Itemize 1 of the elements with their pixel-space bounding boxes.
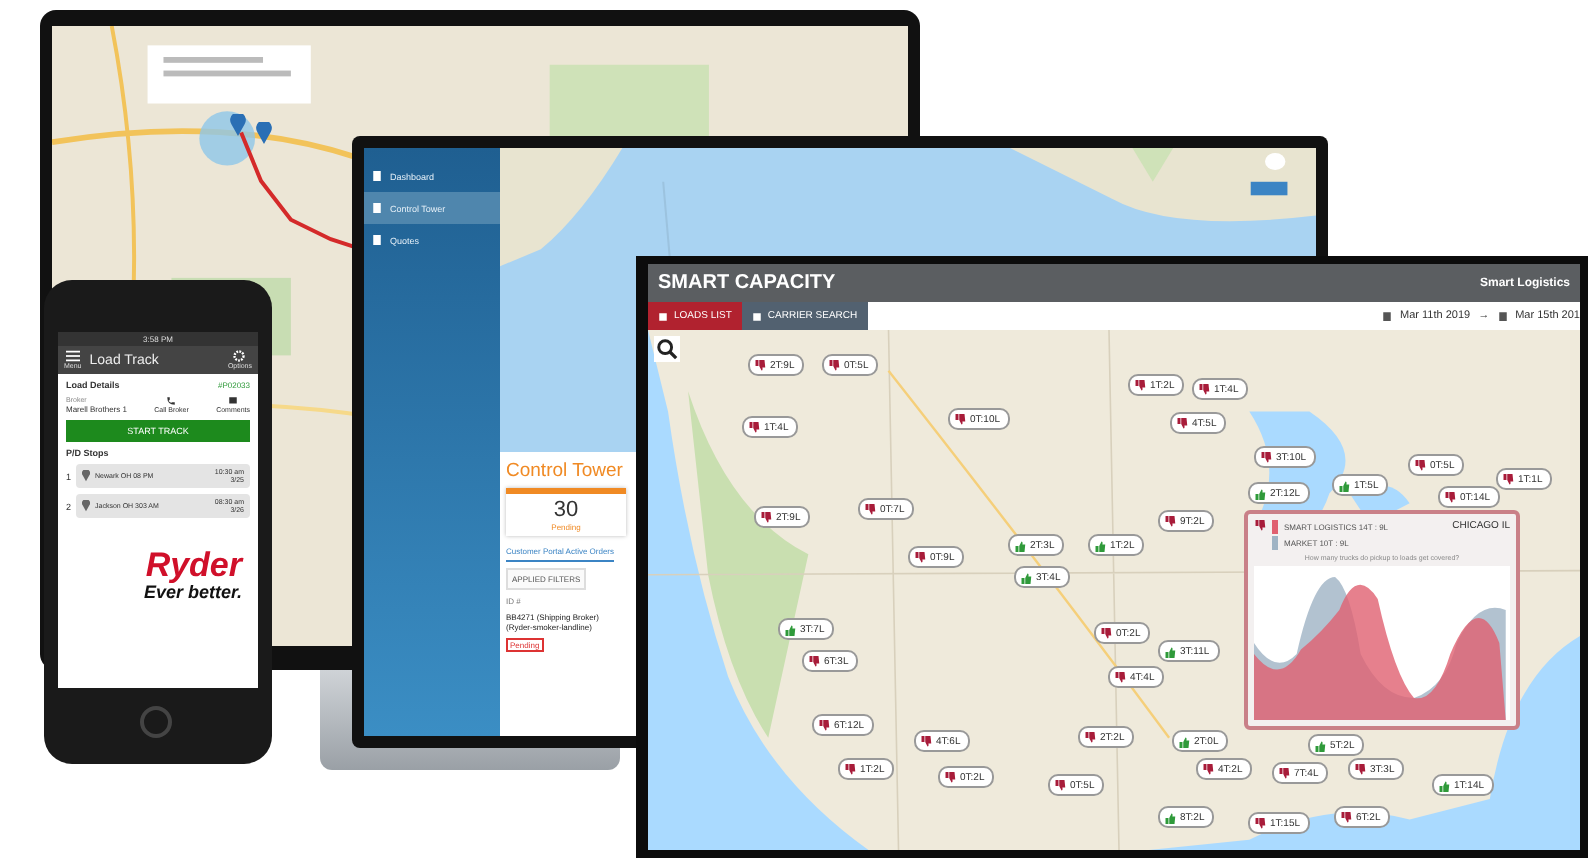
thumbs-down-icon [1254,520,1266,532]
